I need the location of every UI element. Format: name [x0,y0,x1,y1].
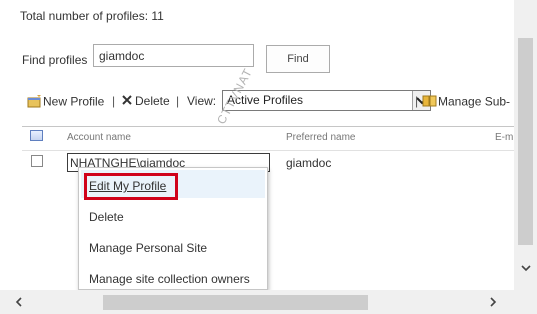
find-button[interactable]: Find [266,45,330,73]
scrollbar-corner [514,290,537,314]
delete-label: Delete [135,94,170,108]
column-header-email[interactable]: E-m [495,132,513,143]
horizontal-scrollbar[interactable] [0,290,514,314]
vertical-scrollbar[interactable] [514,0,537,290]
row-checkbox[interactable] [31,155,43,167]
preferred-name-cell: giamdoc [286,156,332,170]
scroll-right-arrow-icon[interactable] [487,296,499,308]
new-profile-button[interactable]: New Profile [27,94,104,111]
column-header-account[interactable]: Account name [67,132,131,143]
manage-sub-icon [422,94,438,111]
context-menu: Edit My Profile Delete Manage Personal S… [78,167,268,290]
scroll-down-arrow-icon[interactable] [520,262,532,274]
toolbar-divider: | [415,94,419,108]
delete-button[interactable]: Delete [121,94,170,109]
view-select[interactable]: Active Profiles [222,90,431,111]
vertical-scroll-thumb[interactable] [518,38,533,245]
new-profile-icon [27,94,43,111]
menu-item-manage-site-collection-owners[interactable]: Manage site collection owners [89,272,250,286]
profiles-toolbar: New Profile | Delete | View: Active Prof… [27,90,514,111]
menu-item-manage-personal-site[interactable]: Manage Personal Site [89,241,207,255]
menu-item-delete[interactable]: Delete [89,210,124,224]
grid-header: Account name Preferred name E-m [22,126,514,146]
toolbar-divider: | [112,94,116,108]
horizontal-scroll-thumb[interactable] [103,295,368,310]
manage-sub-button[interactable]: Manage Sub- [422,94,510,111]
manage-sub-label: Manage Sub- [438,94,511,109]
find-profiles-input[interactable] [93,44,254,67]
scroll-left-arrow-icon[interactable] [13,296,25,308]
find-profiles-label: Find profiles [22,53,88,67]
select-all-checkbox[interactable] [30,130,43,141]
highlight-annotation-box [84,173,178,200]
toolbar-divider: | [176,94,180,108]
total-profiles-text: Total number of profiles: 11 [20,9,164,23]
profiles-page: Total number of profiles: 11 Find profil… [0,0,514,290]
view-label: View: [187,94,217,108]
delete-icon [121,94,133,109]
new-profile-label: New Profile [43,94,105,109]
column-header-preferred[interactable]: Preferred name [286,132,355,143]
